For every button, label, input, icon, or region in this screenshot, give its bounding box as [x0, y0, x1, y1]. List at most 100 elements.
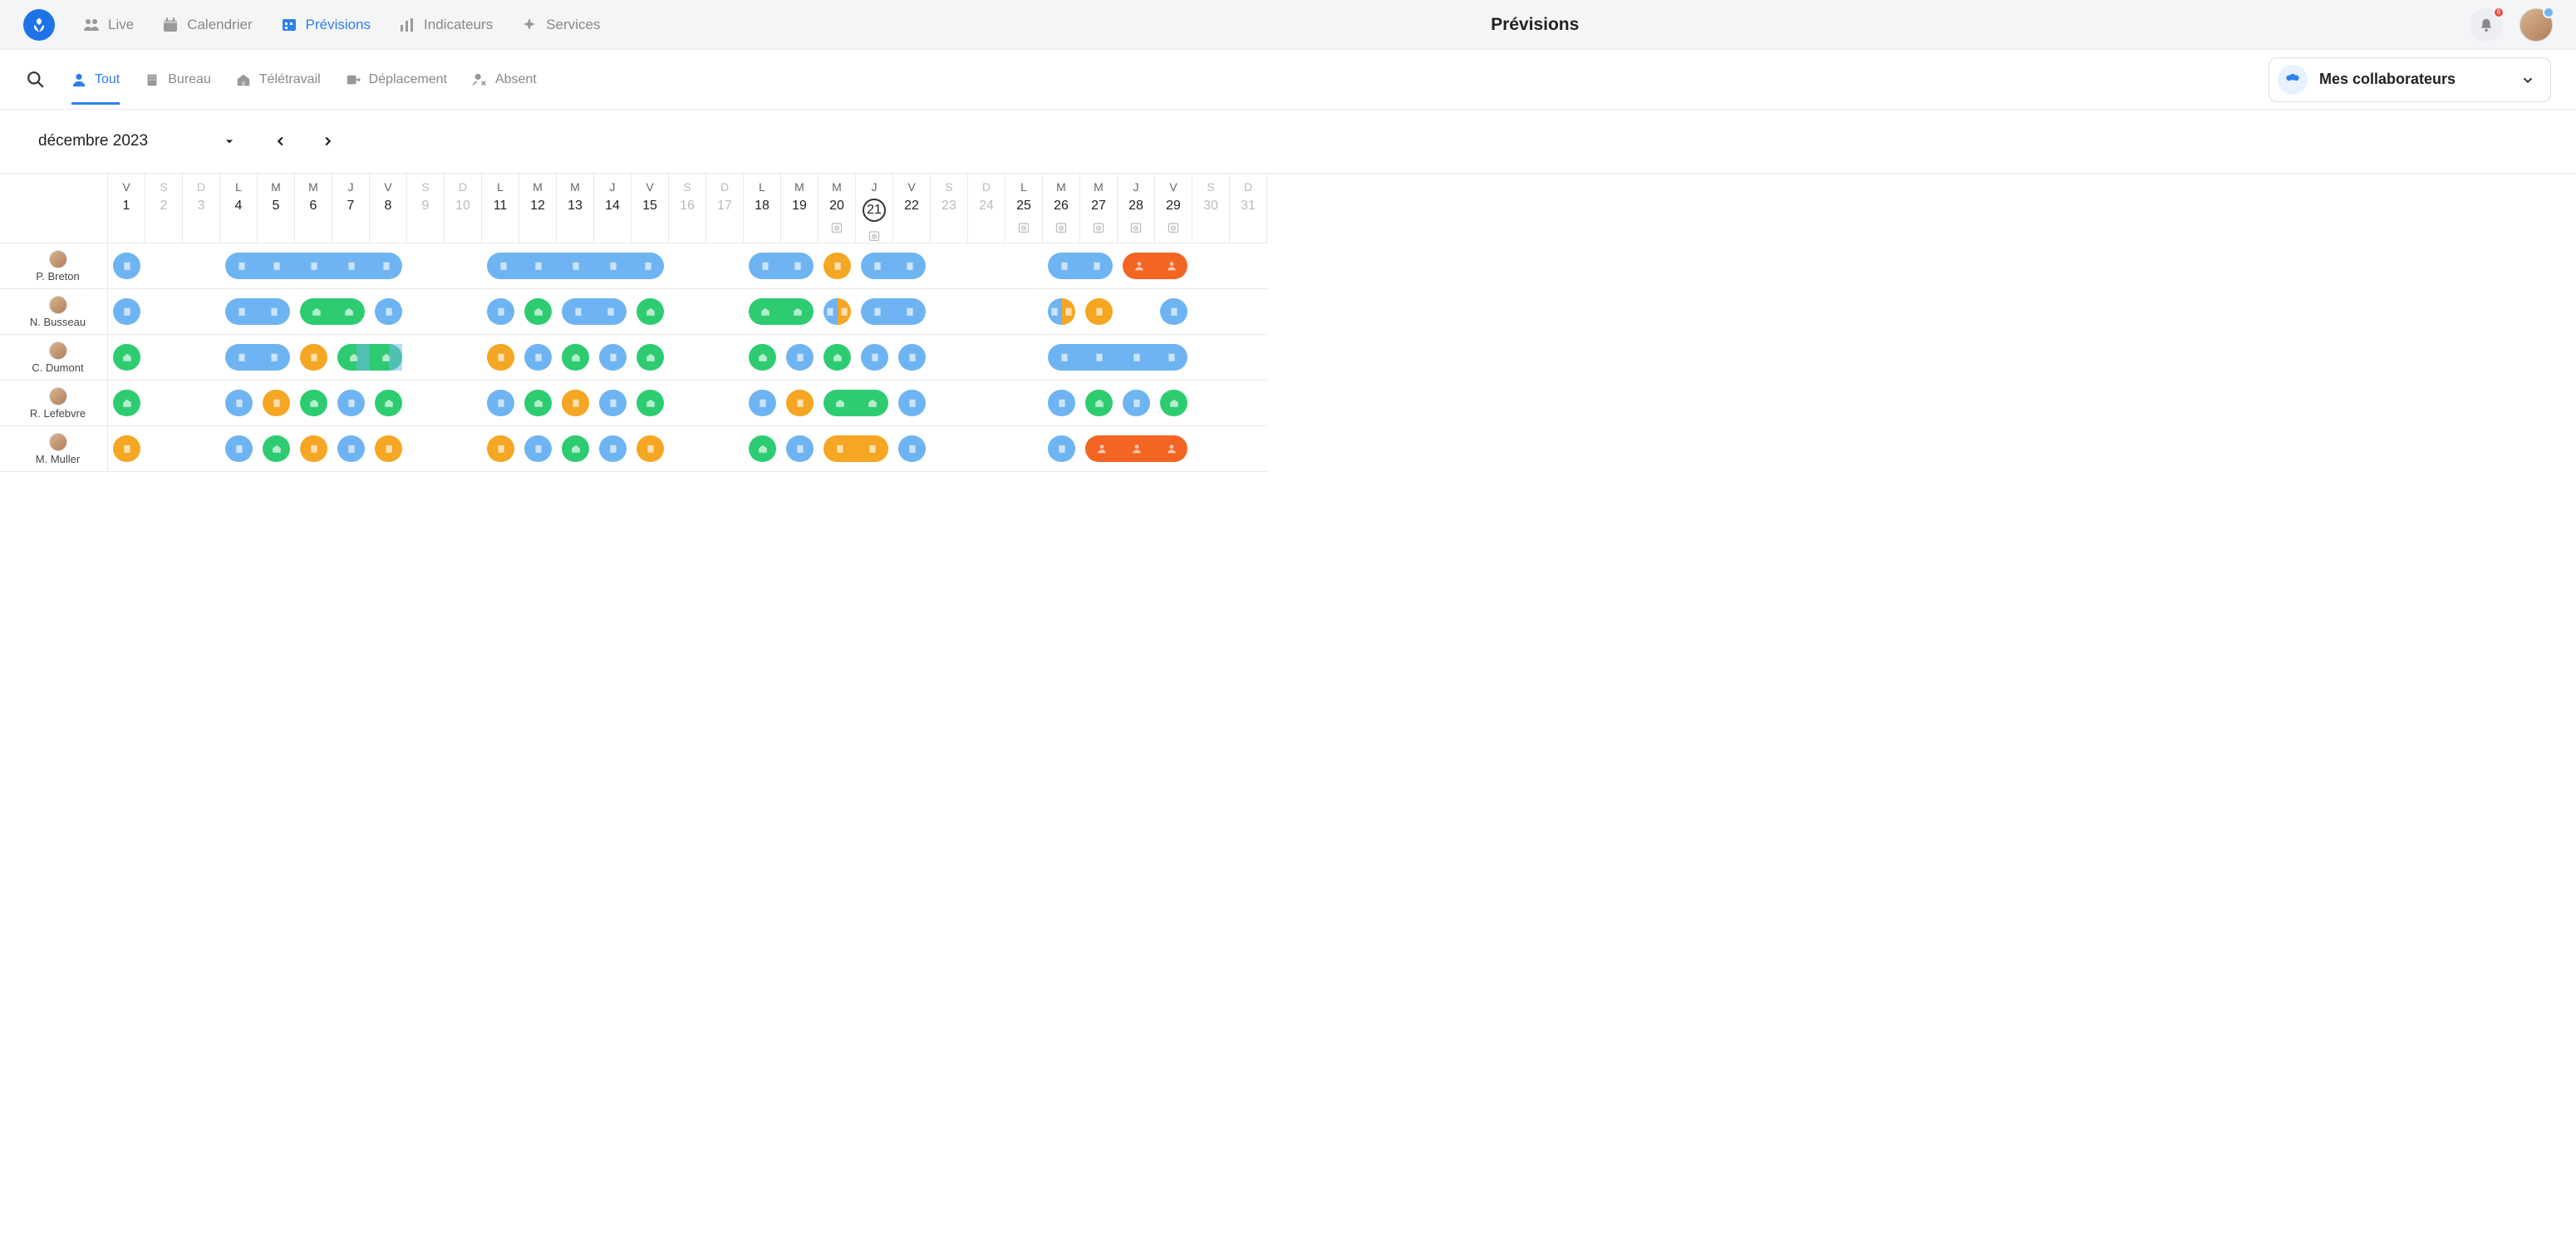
month-selector[interactable]: décembre 2023 [38, 132, 236, 150]
schedule-pill[interactable] [599, 344, 627, 371]
schedule-cell[interactable] [145, 381, 183, 426]
schedule-cell[interactable] [1118, 289, 1155, 335]
collaborator-row-header[interactable]: P. Breton [0, 243, 108, 289]
schedule-pill[interactable] [749, 298, 781, 325]
search-button[interactable] [25, 69, 47, 91]
schedule-cell[interactable] [482, 426, 519, 472]
schedule-cell[interactable] [1230, 381, 1267, 426]
schedule-cell[interactable] [594, 426, 632, 472]
schedule-cell[interactable] [1118, 426, 1155, 472]
schedule-cell[interactable] [1230, 243, 1267, 289]
schedule-pill[interactable] [295, 253, 332, 279]
day-header-5[interactable]: M5 [258, 174, 295, 243]
schedule-pill[interactable] [225, 390, 253, 416]
schedule-pill[interactable] [1048, 390, 1075, 416]
schedule-cell[interactable] [1005, 289, 1043, 335]
schedule-cell[interactable] [819, 335, 856, 381]
schedule-cell[interactable] [669, 289, 706, 335]
schedule-pill[interactable] [487, 253, 519, 279]
schedule-pill[interactable] [749, 253, 781, 279]
schedule-cell[interactable] [968, 243, 1005, 289]
schedule-cell[interactable] [632, 426, 669, 472]
schedule-pill[interactable] [337, 344, 370, 371]
schedule-cell[interactable] [183, 426, 220, 472]
schedule-cell[interactable] [1155, 426, 1192, 472]
schedule-cell[interactable] [931, 243, 968, 289]
schedule-pill[interactable] [594, 298, 627, 325]
nav-live[interactable]: Live [83, 17, 134, 33]
schedule-cell[interactable] [108, 335, 145, 381]
schedule-pill[interactable] [823, 435, 856, 462]
schedule-pill[interactable] [786, 390, 814, 416]
schedule-cell[interactable] [968, 335, 1005, 381]
day-header-9[interactable]: S9 [407, 174, 445, 243]
schedule-cell[interactable] [557, 335, 594, 381]
schedule-cell[interactable] [482, 335, 519, 381]
schedule-pill[interactable] [375, 298, 402, 325]
user-menu[interactable] [2519, 8, 2553, 42]
schedule-cell[interactable] [931, 335, 968, 381]
schedule-cell[interactable] [370, 243, 407, 289]
day-header-18[interactable]: L18 [744, 174, 781, 243]
schedule-pill[interactable] [258, 344, 290, 371]
schedule-pill[interactable] [337, 390, 365, 416]
schedule-pill[interactable] [487, 390, 514, 416]
schedule-cell[interactable] [332, 381, 370, 426]
schedule-pill[interactable] [861, 344, 888, 371]
schedule-pill[interactable] [749, 435, 776, 462]
schedule-cell[interactable] [706, 243, 744, 289]
schedule-cell[interactable] [1005, 243, 1043, 289]
schedule-cell[interactable] [856, 426, 893, 472]
schedule-pill[interactable] [258, 298, 290, 325]
schedule-pill[interactable] [263, 435, 290, 462]
schedule-cell[interactable] [332, 335, 370, 381]
schedule-cell[interactable] [445, 289, 482, 335]
schedule-cell[interactable] [632, 335, 669, 381]
next-month-button[interactable] [316, 130, 339, 153]
schedule-cell[interactable] [744, 335, 781, 381]
schedule-cell[interactable] [519, 289, 557, 335]
tab-bureau[interactable]: Bureau [145, 54, 211, 105]
schedule-pill[interactable] [823, 253, 851, 279]
schedule-pill[interactable] [637, 298, 664, 325]
schedule-cell[interactable] [370, 381, 407, 426]
schedule-cell[interactable] [183, 335, 220, 381]
schedule-cell[interactable] [258, 289, 295, 335]
schedule-cell[interactable] [145, 426, 183, 472]
schedule-cell[interactable] [781, 335, 819, 381]
schedule-cell[interactable] [893, 335, 931, 381]
schedule-pill[interactable] [823, 390, 856, 416]
schedule-cell[interactable] [669, 243, 706, 289]
schedule-pill[interactable] [375, 390, 402, 416]
day-header-14[interactable]: J14 [594, 174, 632, 243]
schedule-cell[interactable] [519, 335, 557, 381]
schedule-cell[interactable] [706, 289, 744, 335]
schedule-cell[interactable] [407, 381, 445, 426]
schedule-pill[interactable] [300, 298, 332, 325]
day-header-21[interactable]: J21 [856, 174, 893, 243]
day-header-19[interactable]: M19 [781, 174, 819, 243]
schedule-pill[interactable] [113, 253, 140, 279]
schedule-cell[interactable] [482, 381, 519, 426]
schedule-cell[interactable] [519, 381, 557, 426]
schedule-cell[interactable] [1005, 426, 1043, 472]
nav-calendrier[interactable]: Calendrier [162, 17, 252, 33]
day-header-16[interactable]: S16 [669, 174, 706, 243]
tab-teletravail[interactable]: Télétravail [236, 54, 321, 105]
schedule-pill[interactable] [487, 298, 514, 325]
schedule-cell[interactable] [594, 289, 632, 335]
collaborator-row-header[interactable]: N. Busseau [0, 289, 108, 335]
schedule-cell[interactable] [108, 289, 145, 335]
schedule-cell[interactable] [295, 289, 332, 335]
schedule-pill[interactable] [258, 253, 295, 279]
schedule-pill[interactable] [113, 344, 140, 371]
schedule-cell[interactable] [893, 243, 931, 289]
schedule-cell[interactable] [557, 289, 594, 335]
schedule-pill[interactable] [524, 298, 552, 325]
schedule-cell[interactable] [370, 426, 407, 472]
schedule-pill[interactable] [225, 344, 258, 371]
schedule-pill[interactable] [1048, 253, 1080, 279]
schedule-pill[interactable] [637, 435, 664, 462]
schedule-cell[interactable] [1080, 243, 1118, 289]
schedule-pill[interactable] [337, 435, 365, 462]
